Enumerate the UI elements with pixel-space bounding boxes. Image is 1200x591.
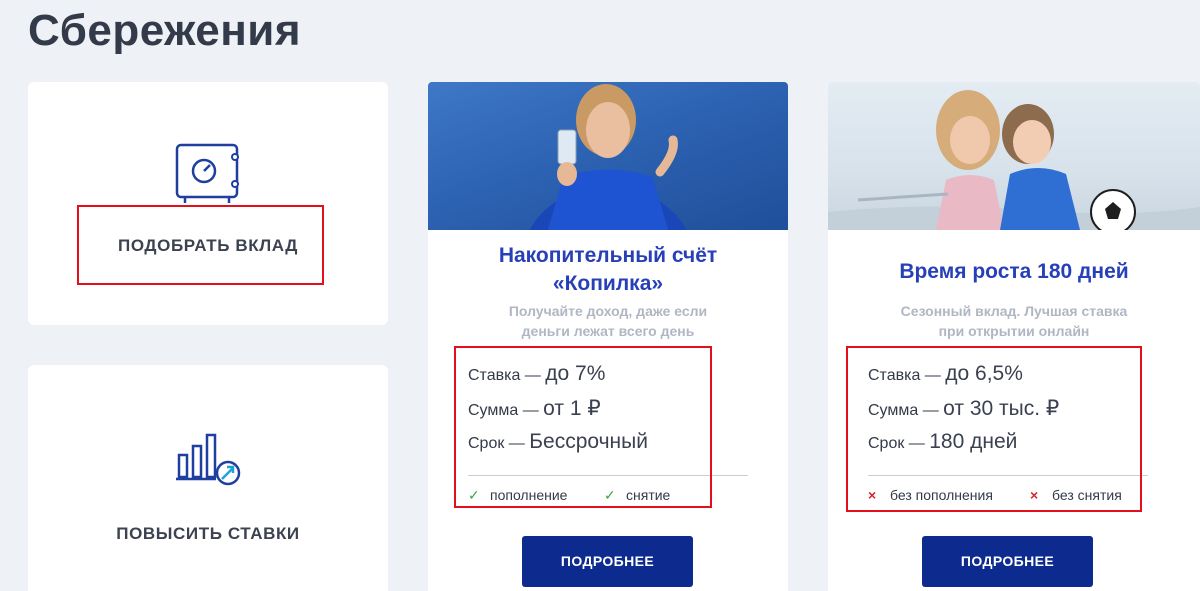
- highlight-box: [454, 346, 712, 508]
- pick-deposit-tile[interactable]: [28, 82, 388, 325]
- raise-rates-tile[interactable]: [28, 365, 388, 591]
- card-title[interactable]: Время роста 180 дней: [828, 258, 1200, 286]
- raise-rates-label[interactable]: ПОВЫСИТЬ СТАВКИ: [28, 524, 388, 544]
- growth-deposit-card: Время роста 180 дней Сезонный вклад. Луч…: [828, 82, 1200, 591]
- details-button[interactable]: ПОДРОБНЕЕ: [922, 536, 1093, 587]
- card-photo-woman: [428, 82, 788, 230]
- details-button[interactable]: ПОДРОБНЕЕ: [522, 536, 693, 587]
- card-title[interactable]: Накопительный счёт «Копилка»: [428, 242, 788, 298]
- card-photo-children: [828, 82, 1200, 230]
- card-subtitle: Сезонный вклад. Лучшая ставка при открыт…: [900, 303, 1128, 339]
- card-subtitle: Получайте доход, даже если деньги лежат …: [508, 303, 708, 339]
- safe-icon: [175, 143, 239, 203]
- bar-chart-growth-icon: [176, 433, 241, 486]
- highlight-box: [77, 205, 324, 285]
- savings-account-card: Накопительный счёт «Копилка» Получайте д…: [428, 82, 788, 591]
- page-title: Сбережения: [28, 6, 301, 55]
- highlight-box: [846, 346, 1142, 512]
